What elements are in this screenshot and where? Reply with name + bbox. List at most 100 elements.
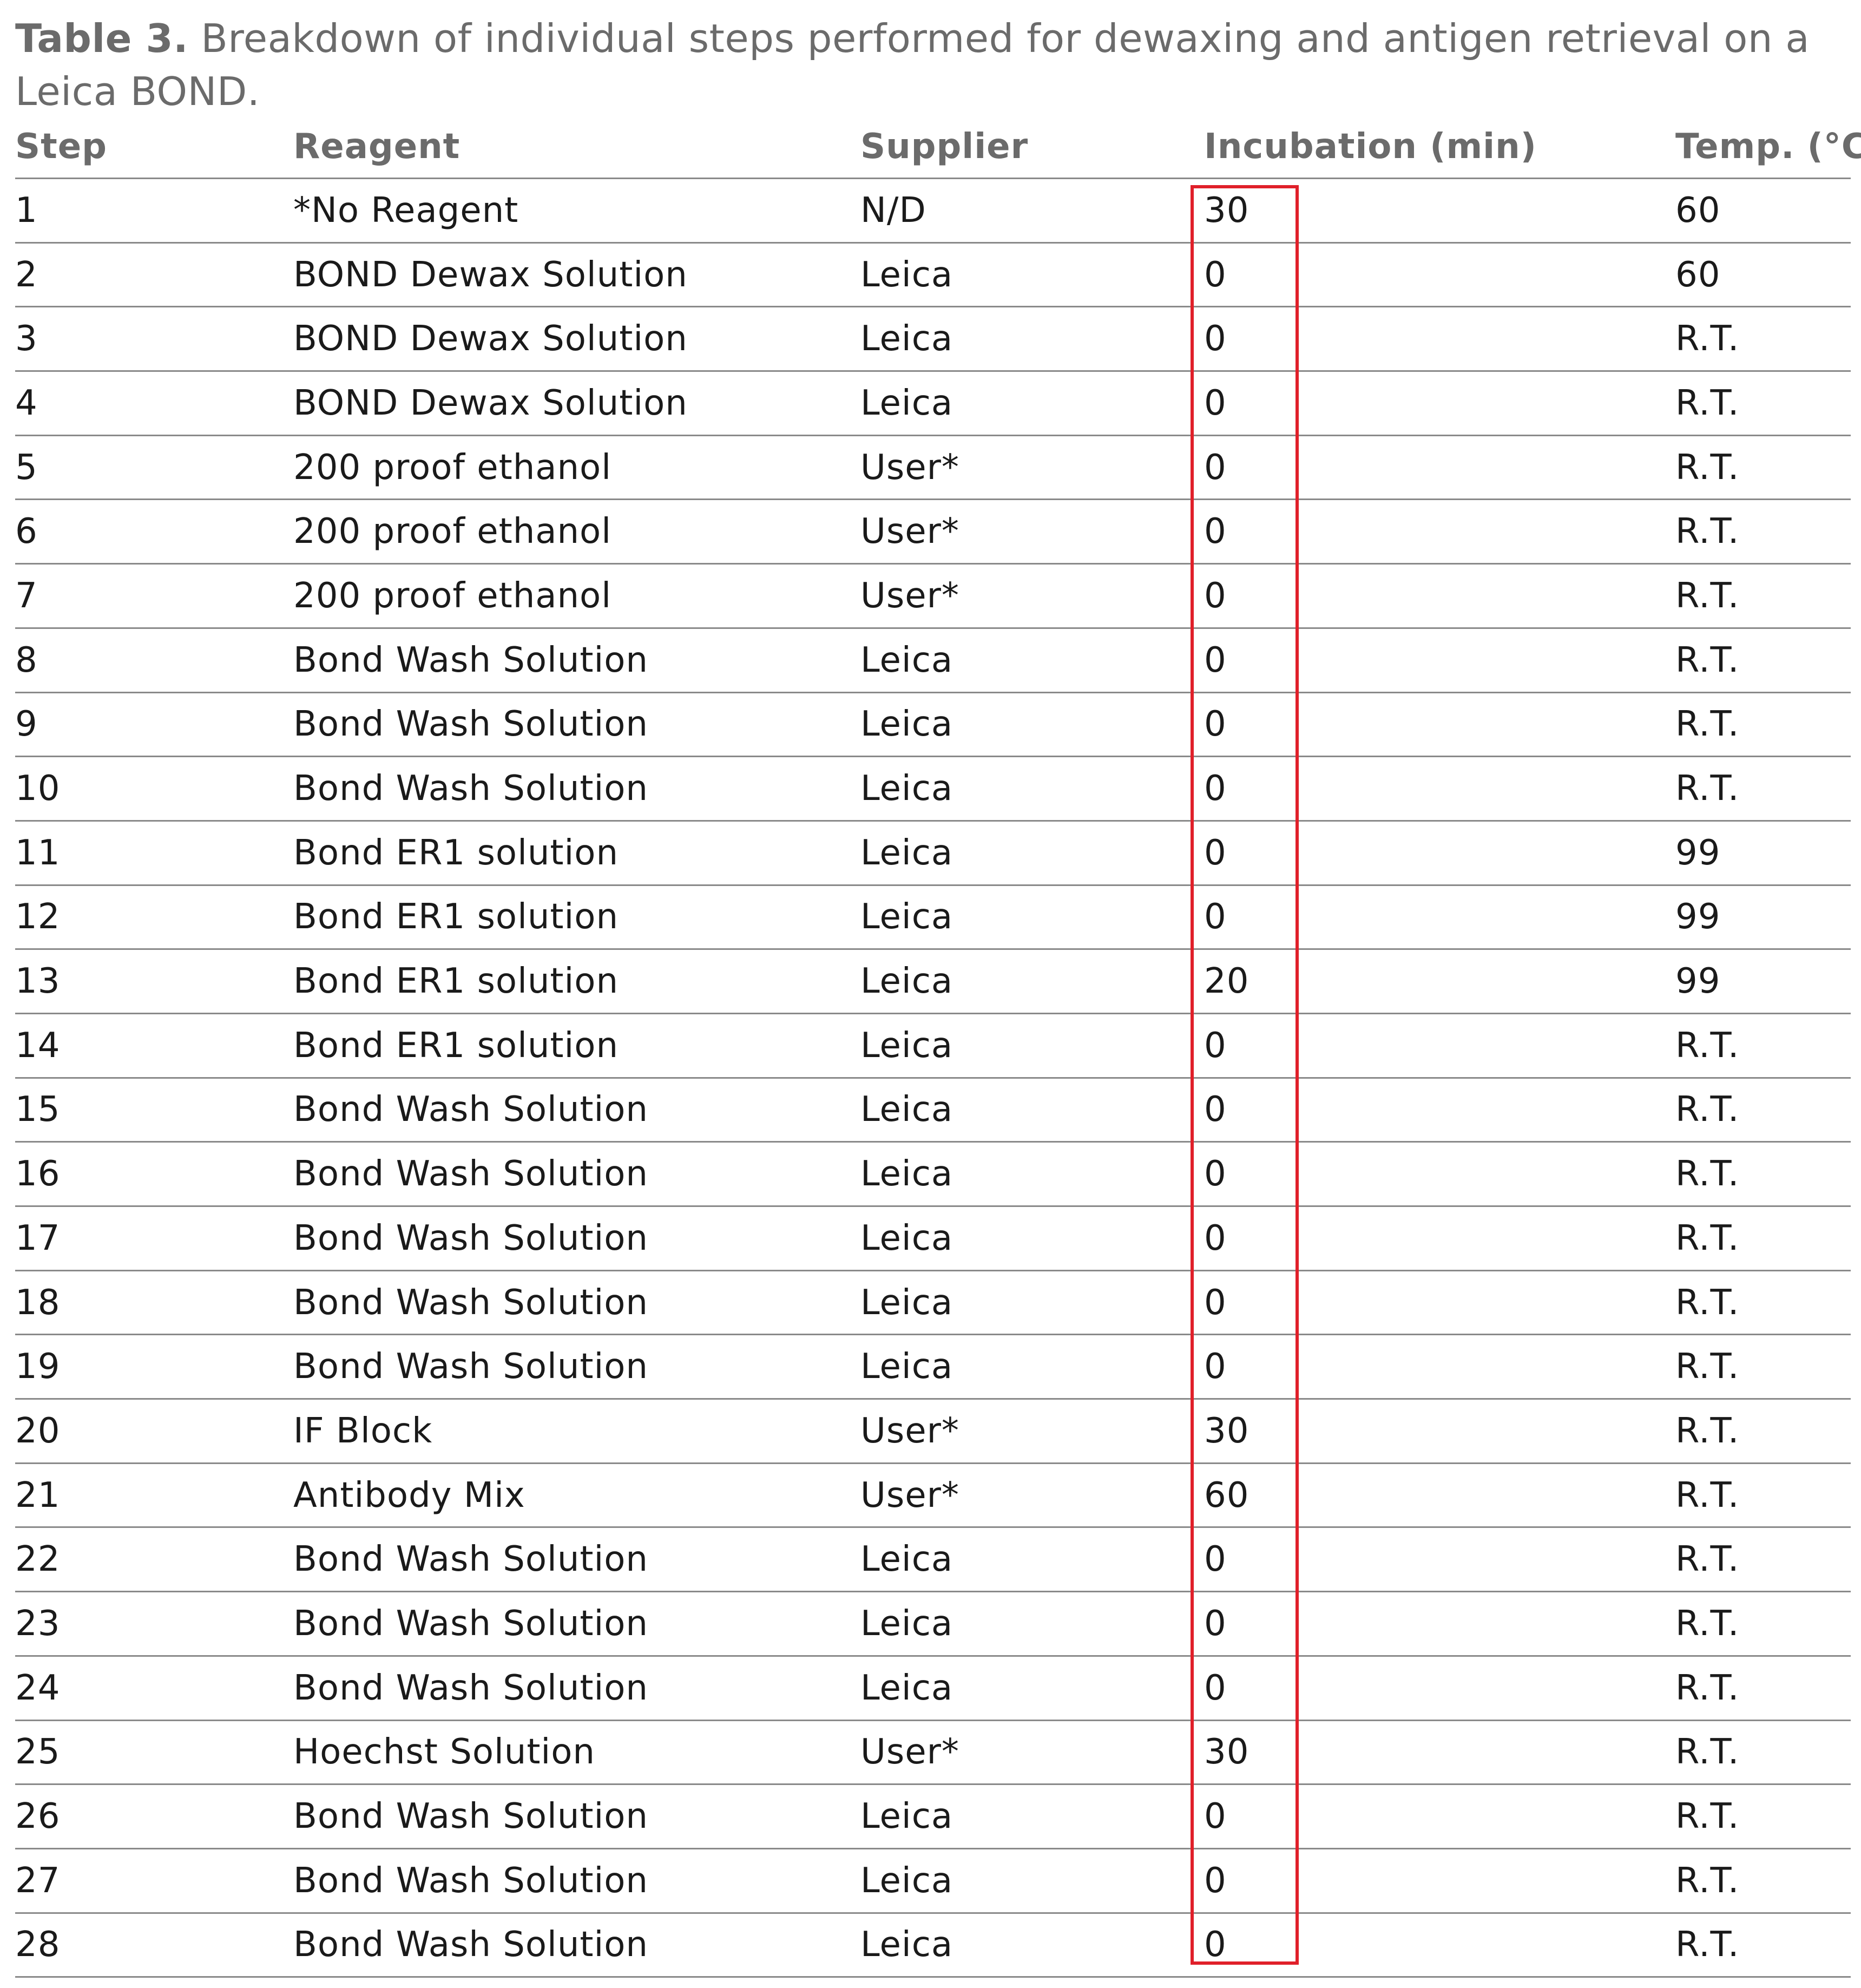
- table-row: 26 Bond Wash Solution Leica 0 R.T.: [15, 1785, 1851, 1849]
- table-row: 16 Bond Wash Solution Leica 0 R.T.: [15, 1143, 1851, 1207]
- cell-incubation: 20: [1204, 961, 1250, 1002]
- table-row: 6 200 proof ethanol User* 0 R.T.: [15, 500, 1851, 565]
- table-row: 23 Bond Wash Solution Leica 0 R.T.: [15, 1592, 1851, 1657]
- cell-temp: R.T.: [1675, 1347, 1740, 1387]
- cell-supplier: Leica: [860, 897, 953, 937]
- table-row: 4 BOND Dewax Solution Leica 0 R.T.: [15, 372, 1851, 436]
- cell-temp: R.T.: [1675, 1090, 1740, 1130]
- cell-reagent: Bond Wash Solution: [293, 1154, 648, 1195]
- cell-step: 22: [15, 1539, 61, 1580]
- cell-incubation: 0: [1204, 1925, 1227, 1965]
- cell-step: 21: [15, 1475, 61, 1515]
- cell-reagent: Bond Wash Solution: [293, 769, 648, 809]
- cell-supplier: Leica: [860, 1603, 953, 1644]
- cell-temp: R.T.: [1675, 1282, 1740, 1323]
- cell-step: 13: [15, 961, 61, 1002]
- cell-step: 15: [15, 1090, 61, 1130]
- table-row: 1 *No Reagent N/D 30 60: [15, 179, 1851, 244]
- cell-step: 5: [15, 447, 38, 488]
- table-row: 7 200 proof ethanol User* 0 R.T.: [15, 565, 1851, 629]
- cell-temp: R.T.: [1675, 1154, 1740, 1195]
- cell-reagent: Bond Wash Solution: [293, 1925, 648, 1965]
- cell-incubation: 0: [1204, 1347, 1227, 1387]
- cell-supplier: Leica: [860, 1860, 953, 1901]
- cell-supplier: Leica: [860, 832, 953, 873]
- cell-reagent: BOND Dewax Solution: [293, 319, 688, 359]
- cell-incubation: 0: [1204, 769, 1227, 809]
- table-row: 11 Bond ER1 solution Leica 0 99: [15, 822, 1851, 886]
- cell-supplier: Leica: [860, 769, 953, 809]
- cell-temp: R.T.: [1675, 1732, 1740, 1773]
- cell-reagent: Bond Wash Solution: [293, 1668, 648, 1708]
- cell-incubation: 0: [1204, 704, 1227, 745]
- table-row: 25 Hoechst Solution User* 30 R.T.: [15, 1721, 1851, 1786]
- cell-temp: R.T.: [1675, 1475, 1740, 1515]
- table-row: 20 IF Block User* 30 R.T.: [15, 1400, 1851, 1464]
- cell-reagent: Bond Wash Solution: [293, 640, 648, 680]
- cell-incubation: 0: [1204, 1603, 1227, 1644]
- cell-reagent: Bond Wash Solution: [293, 1347, 648, 1387]
- cell-temp: R.T.: [1675, 1539, 1740, 1580]
- cell-incubation: 0: [1204, 447, 1227, 488]
- cell-temp: R.T.: [1675, 575, 1740, 616]
- table-row: 10 Bond Wash Solution Leica 0 R.T.: [15, 757, 1851, 822]
- cell-reagent: *No Reagent: [293, 190, 519, 231]
- cell-supplier: Leica: [860, 319, 953, 359]
- table-row: 9 Bond Wash Solution Leica 0 R.T.: [15, 693, 1851, 758]
- cell-supplier: Leica: [860, 1539, 953, 1580]
- table-row: 12 Bond ER1 solution Leica 0 99: [15, 886, 1851, 950]
- cell-reagent: Bond Wash Solution: [293, 1090, 648, 1130]
- cell-supplier: Leica: [860, 961, 953, 1002]
- cell-incubation: 0: [1204, 1668, 1227, 1708]
- cell-temp: 99: [1675, 897, 1721, 937]
- cell-incubation: 0: [1204, 1090, 1227, 1130]
- table-row: 14 Bond ER1 solution Leica 0 R.T.: [15, 1014, 1851, 1079]
- cell-incubation: 0: [1204, 511, 1227, 552]
- cell-step: 2: [15, 254, 38, 295]
- cell-supplier: User*: [860, 511, 959, 552]
- cell-temp: R.T.: [1675, 511, 1740, 552]
- cell-step: 20: [15, 1410, 61, 1451]
- cell-supplier: Leica: [860, 640, 953, 680]
- cell-reagent: Bond Wash Solution: [293, 1860, 648, 1901]
- cell-reagent: 200 proof ethanol: [293, 575, 611, 616]
- cell-supplier: Leica: [860, 1218, 953, 1258]
- table-row: 2 BOND Dewax Solution Leica 0 60: [15, 244, 1851, 308]
- header-incubation: Incubation (min): [1204, 127, 1537, 167]
- cell-step: 25: [15, 1732, 61, 1773]
- cell-supplier: Leica: [860, 704, 953, 745]
- cell-step: 26: [15, 1796, 61, 1837]
- cell-temp: R.T.: [1675, 769, 1740, 809]
- cell-reagent: Bond Wash Solution: [293, 1796, 648, 1837]
- cell-reagent: Bond ER1 solution: [293, 897, 619, 937]
- cell-incubation: 0: [1204, 1154, 1227, 1195]
- cell-step: 16: [15, 1154, 61, 1195]
- cell-temp: 99: [1675, 961, 1721, 1002]
- cell-reagent: 200 proof ethanol: [293, 447, 611, 488]
- cell-reagent: Bond ER1 solution: [293, 1025, 619, 1066]
- cell-temp: R.T.: [1675, 1796, 1740, 1837]
- header-reagent: Reagent: [293, 127, 461, 167]
- cell-incubation: 0: [1204, 1539, 1227, 1580]
- cell-temp: 60: [1675, 190, 1721, 231]
- table-caption: Table 3. Breakdown of individual steps p…: [15, 12, 1844, 118]
- cell-supplier: Leica: [860, 383, 953, 423]
- cell-step: 12: [15, 897, 61, 937]
- cell-supplier: User*: [860, 447, 959, 488]
- cell-incubation: 30: [1204, 1410, 1250, 1451]
- cell-incubation: 0: [1204, 575, 1227, 616]
- cell-supplier: Leica: [860, 254, 953, 295]
- cell-temp: 60: [1675, 254, 1721, 295]
- cell-step: 28: [15, 1925, 61, 1965]
- cell-temp: R.T.: [1675, 1218, 1740, 1258]
- table-row: 5 200 proof ethanol User* 0 R.T.: [15, 436, 1851, 501]
- cell-supplier: User*: [860, 1410, 959, 1451]
- cell-step: 10: [15, 769, 61, 809]
- cell-reagent: Bond Wash Solution: [293, 1218, 648, 1258]
- cell-reagent: BOND Dewax Solution: [293, 383, 688, 423]
- cell-temp: R.T.: [1675, 1603, 1740, 1644]
- table-body: 1 *No Reagent N/D 30 60 2 BOND Dewax Solution L…: [15, 179, 1851, 1978]
- cell-step: 14: [15, 1025, 61, 1066]
- header-supplier: Supplier: [860, 127, 1029, 167]
- cell-incubation: 0: [1204, 832, 1227, 873]
